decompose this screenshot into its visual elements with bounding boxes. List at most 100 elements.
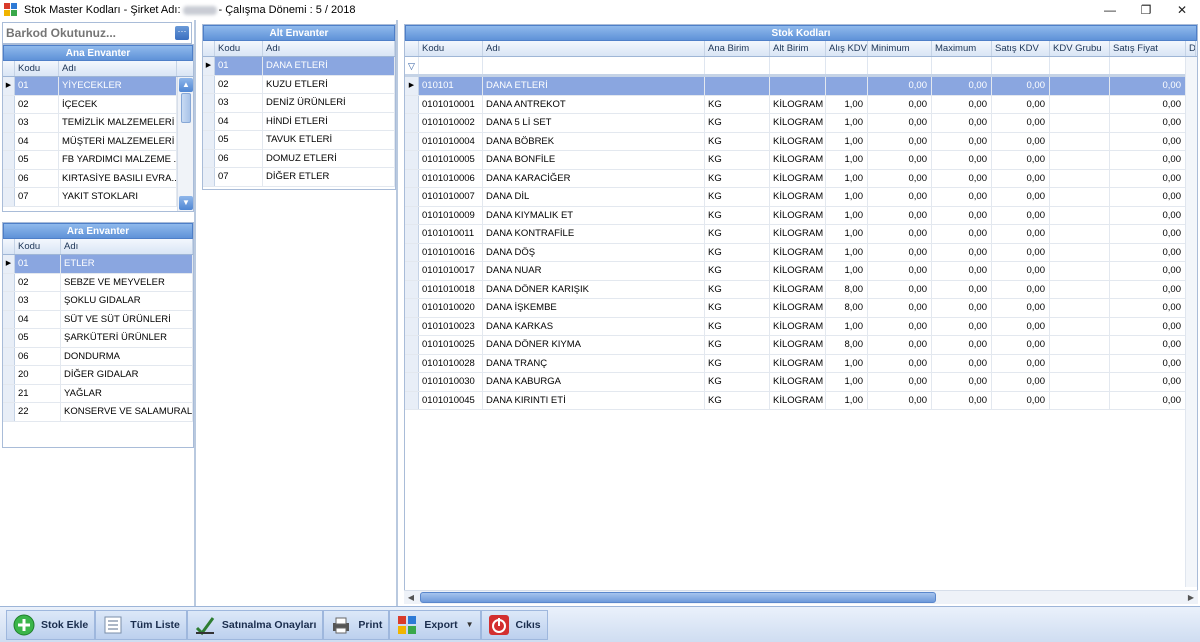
table-row[interactable]: 0101010005 DANA BONFİLE KG KİLOGRAM 1,00 0,00… [405, 151, 1197, 170]
filter-cell[interactable] [705, 57, 770, 74]
filter-cell[interactable] [1110, 57, 1186, 74]
table-row[interactable]: 06 DOMUZ ETLERİ [203, 149, 395, 168]
cell-grup [1050, 95, 1110, 113]
column-header[interactable]: Alt Birim [770, 41, 826, 56]
col-adi[interactable]: Adı [59, 61, 177, 76]
scroll-thumb[interactable] [420, 592, 936, 603]
column-header[interactable]: Ana Birim [705, 41, 770, 56]
table-row[interactable]: 0101010002 DANA 5 Lİ SET KG KİLOGRAM 1,00 0,0… [405, 114, 1197, 133]
table-row[interactable]: 0101010006 DANA KARACİĞER KG KİLOGRAM 1,00 0,… [405, 169, 1197, 188]
table-row[interactable]: 07 DİĞER ETLER [203, 168, 395, 187]
cell-kodu: 0101010006 [419, 169, 483, 187]
table-row[interactable]: 03 TEMİZLİK MALZEMELERİ [3, 114, 193, 133]
col-kodu[interactable]: Kodu [15, 61, 59, 76]
filter-cell[interactable] [826, 57, 868, 74]
column-header[interactable]: Adı [483, 41, 705, 56]
table-row[interactable]: 0101010045 DANA KIRINTI ETİ KG KİLOGRAM 1,00… [405, 391, 1197, 410]
table-row[interactable]: 21 YAĞLAR [3, 384, 193, 403]
row-indicator [203, 168, 215, 186]
table-row[interactable]: 02 KUZU ETLERİ [203, 75, 395, 94]
cell-ana: KG [705, 95, 770, 113]
scroll-thumb[interactable] [181, 93, 191, 123]
scroll-down-icon[interactable]: ▼ [179, 196, 193, 210]
table-row[interactable]: 02 İÇECEK [3, 95, 193, 114]
filter-cell[interactable] [483, 57, 705, 74]
column-header[interactable]: Do [1186, 41, 1196, 56]
cell-alis: 1,00 [826, 188, 868, 206]
table-row[interactable]: 04 HİNDİ ETLERİ [203, 112, 395, 131]
minimize-button[interactable]: — [1092, 0, 1128, 20]
column-header[interactable]: Satış Fiyat [1110, 41, 1186, 56]
table-row[interactable]: ▶ 01 ETLER [3, 255, 193, 274]
cell-ana: KG [705, 169, 770, 187]
table-row[interactable]: 0101010009 DANA KIYMALIK ET KG KİLOGRAM 1,00… [405, 206, 1197, 225]
table-row[interactable]: 05 FB YARDIMCI MALZEME ... [3, 151, 193, 170]
col-adi[interactable]: Adı [61, 239, 193, 254]
table-row[interactable]: 0101010016 DANA DÖŞ KG KİLOGRAM 1,00 0,00 0,00… [405, 243, 1197, 262]
table-row[interactable]: 07 YAKIT STOKLARI [3, 188, 193, 207]
satinalma-onaylari-button[interactable]: Satınalma Onayları [186, 609, 324, 640]
col-adi[interactable]: Adı [263, 41, 395, 56]
table-row[interactable]: 05 TAVUK ETLERİ [203, 131, 395, 150]
restore-button[interactable]: ❐ [1128, 0, 1164, 20]
stok-ekle-button[interactable]: Stok Ekle [6, 609, 96, 640]
table-row[interactable]: 0101010018 DANA DÖNER KARIŞIK KG KİLOGRAM 8,… [405, 280, 1197, 299]
col-kodu[interactable]: Kodu [215, 41, 263, 56]
scroll-up-icon[interactable]: ▲ [179, 78, 193, 92]
column-header[interactable]: KDV Grubu [1050, 41, 1110, 56]
column-header[interactable]: Alış KDV [826, 41, 868, 56]
table-row[interactable]: 0101010020 DANA İŞKEMBE KG KİLOGRAM 8,00 0,00… [405, 299, 1197, 318]
table-row[interactable]: 05 ŞARKÜTERİ ÜRÜNLER [3, 329, 193, 348]
table-row[interactable]: ▶ 010101 DANA ETLERİ 0,00 0,00 0,00 0,00 [405, 77, 1197, 96]
filter-row[interactable]: ▽ [405, 57, 1197, 75]
filter-cell[interactable] [992, 57, 1050, 74]
close-button[interactable]: ✕ [1164, 0, 1200, 20]
filter-cell[interactable] [932, 57, 992, 74]
table-row[interactable]: ▶ 01 DANA ETLERİ [203, 57, 395, 76]
table-row[interactable]: 0101010007 DANA DİL KG KİLOGRAM 1,00 0,00 0,00… [405, 188, 1197, 207]
cell-max: 0,00 [932, 280, 992, 298]
table-row[interactable]: 22 KONSERVE VE SALAMURALAR [3, 403, 193, 422]
table-row[interactable]: 04 SÜT VE SÜT ÜRÜNLERİ [3, 310, 193, 329]
table-row[interactable]: ▶ 01 YİYECEKLER [3, 77, 193, 96]
cell-alt: KİLOGRAM [770, 317, 826, 335]
scroll-left-icon[interactable]: ◀ [404, 593, 418, 602]
filter-cell[interactable] [419, 57, 483, 74]
table-row[interactable]: 06 KIRTASİYE BASILI EVRA... [3, 169, 193, 188]
cikis-button[interactable]: Cıkıs [480, 609, 548, 640]
table-row[interactable]: 03 ŞOKLU GIDALAR [3, 292, 193, 311]
table-row[interactable]: 03 DENİZ ÜRÜNLERİ [203, 94, 395, 113]
horizontal-scrollbar[interactable]: ◀ ▶ [404, 590, 1198, 604]
filter-cell[interactable] [770, 57, 826, 74]
column-header[interactable]: Satış KDV [992, 41, 1050, 56]
table-row[interactable]: 06 DONDURMA [3, 347, 193, 366]
table-row[interactable]: 0101010028 DANA TRANÇ KG KİLOGRAM 1,00 0,00 0,… [405, 354, 1197, 373]
table-row[interactable]: 0101010023 DANA KARKAS KG KİLOGRAM 1,00 0,00 0… [405, 317, 1197, 336]
column-header[interactable]: Maximum [932, 41, 992, 56]
cell-kodu: 0101010045 [419, 391, 483, 409]
ana-envanter-scrollbar[interactable]: ▲ ▼ [177, 77, 193, 211]
print-button[interactable]: Print [323, 609, 390, 640]
scroll-right-icon[interactable]: ▶ [1184, 593, 1198, 602]
column-header[interactable]: Minimum [868, 41, 932, 56]
col-kodu[interactable]: Kodu [15, 239, 61, 254]
barcode-button[interactable]: ··· [175, 26, 189, 40]
barcode-input[interactable] [3, 26, 175, 40]
table-row[interactable]: 04 MÜŞTERİ MALZEMELERİ [3, 132, 193, 151]
table-row[interactable]: 20 DİĞER GIDALAR [3, 366, 193, 385]
tum-liste-button[interactable]: Tüm Liste [95, 609, 187, 640]
table-row[interactable]: 0101010025 DANA DÖNER KIYMA KG KİLOGRAM 8,00… [405, 336, 1197, 355]
filter-cell[interactable] [1050, 57, 1110, 74]
stok-vertical-scroll[interactable] [1185, 57, 1197, 587]
cell-kodu: 0101010028 [419, 354, 483, 372]
cell-fiyat: 0,00 [1110, 336, 1186, 354]
filter-cell[interactable] [868, 57, 932, 74]
table-row[interactable]: 0101010011 DANA KONTRAFİLE KG KİLOGRAM 1,00 0… [405, 225, 1197, 244]
column-header[interactable]: Kodu [419, 41, 483, 56]
export-button[interactable]: Export ▼ [389, 609, 481, 640]
table-row[interactable]: 0101010017 DANA NUAR KG KİLOGRAM 1,00 0,00 0,0… [405, 262, 1197, 281]
table-row[interactable]: 0101010030 DANA KABURGA KG KİLOGRAM 1,00 0,00… [405, 373, 1197, 392]
table-row[interactable]: 0101010001 DANA ANTREKOT KG KİLOGRAM 1,00 0,0… [405, 95, 1197, 114]
table-row[interactable]: 0101010004 DANA BÖBREK KG KİLOGRAM 1,00 0,00 0… [405, 132, 1197, 151]
table-row[interactable]: 02 SEBZE VE MEYVELER [3, 273, 193, 292]
